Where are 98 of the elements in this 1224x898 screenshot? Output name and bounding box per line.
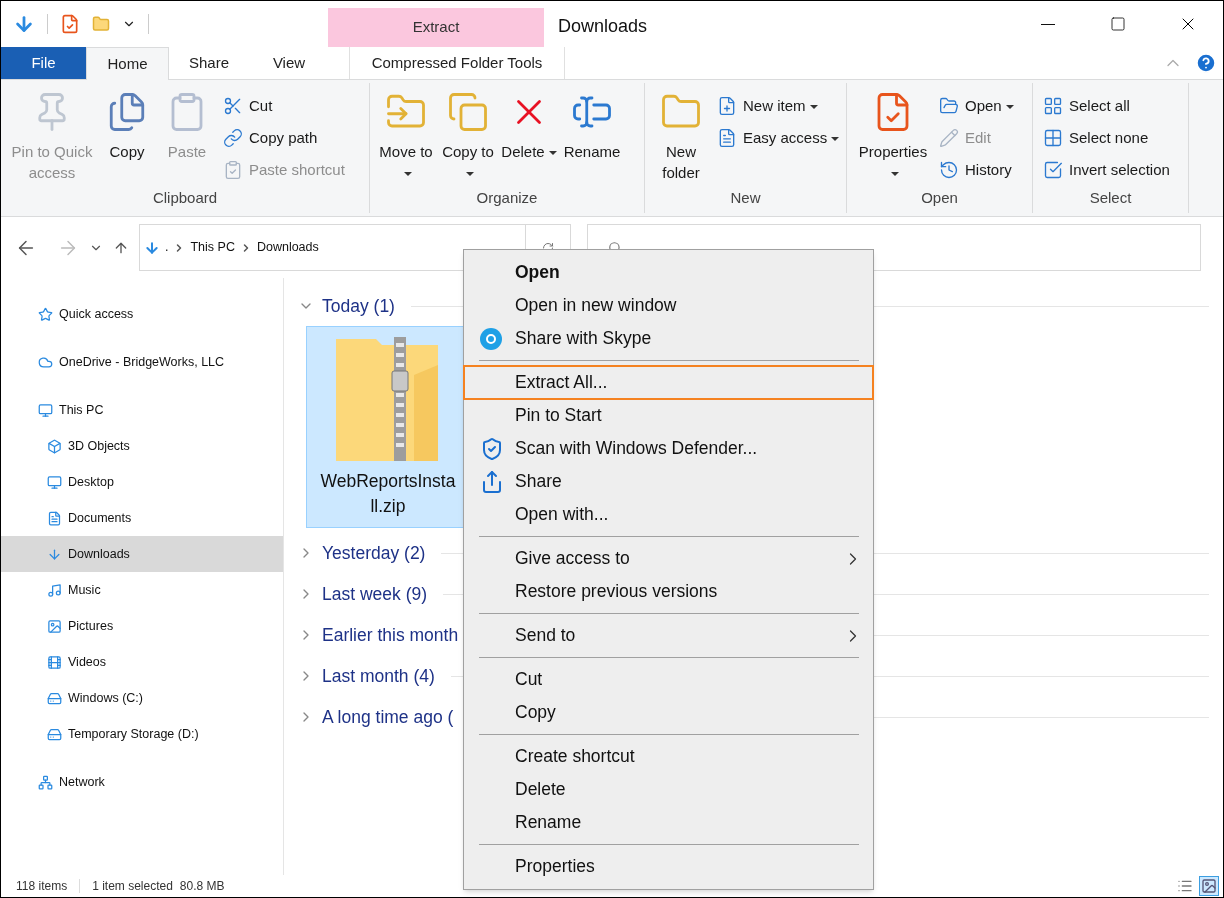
ribbon-large-button[interactable]: Copy — [99, 91, 155, 162]
nav-item[interactable]: Network — [1, 764, 283, 800]
monitor-icon — [38, 402, 53, 418]
dropdown-caret-icon — [548, 151, 557, 156]
checkbox-icon — [1043, 160, 1063, 180]
menu-item[interactable]: Rename — [464, 806, 873, 839]
properties-icon[interactable] — [60, 14, 80, 34]
star-icon — [38, 306, 53, 322]
menu-item[interactable]: Give access to — [464, 542, 873, 575]
skype-icon — [480, 327, 502, 350]
contextual-tab-header: Extract — [328, 8, 544, 47]
nav-item[interactable]: This PC — [1, 392, 283, 428]
ribbon-large-button[interactable]: Copy to — [438, 91, 498, 183]
nav-item[interactable]: Videos — [1, 644, 283, 680]
ribbon-group-label: New — [729, 188, 762, 208]
shield-icon — [480, 436, 504, 461]
pencil-icon — [939, 128, 959, 148]
selection-size: 80.8 MB — [179, 878, 225, 895]
ribbon-group-label: Select — [1088, 188, 1133, 208]
nav-item[interactable]: Desktop — [1, 464, 283, 500]
image-icon — [47, 618, 62, 634]
menu-item[interactable]: Open in new window — [464, 289, 873, 322]
large-icons-view-button[interactable] — [1199, 876, 1219, 896]
music-icon — [47, 582, 62, 598]
ribbon-large-button[interactable]: Delete — [500, 91, 558, 162]
nav-item[interactable]: Windows (C:) — [1, 680, 283, 716]
ribbon-group-label: Organize — [475, 188, 539, 208]
menu-item[interactable]: Restore previous versions — [464, 575, 873, 608]
cloud-icon — [38, 354, 53, 370]
ribbon-tab[interactable]: Compressed Folder Tools — [349, 47, 565, 79]
ribbon-small-button[interactable]: Easy access — [717, 125, 840, 151]
dropdown-caret-icon — [1005, 104, 1014, 109]
ribbon-tab[interactable]: Home — [86, 47, 169, 80]
menu-item[interactable]: Create shortcut — [464, 740, 873, 773]
drive-icon — [47, 690, 62, 706]
ribbon-tab[interactable]: Share — [169, 47, 249, 79]
breadcrumb[interactable]: . — [165, 238, 169, 257]
nav-item[interactable]: Quick access — [1, 296, 283, 332]
ribbon-large-button[interactable]: Rename — [560, 91, 624, 162]
breadcrumb[interactable]: This PC — [190, 238, 235, 257]
menu-item[interactable]: Delete — [464, 773, 873, 806]
ribbon-small-button[interactable]: History — [939, 157, 1014, 183]
ribbon-large-button[interactable]: Move to — [376, 91, 436, 183]
ribbon-tab[interactable]: File — [1, 47, 86, 79]
ribbon-large-button[interactable]: Properties — [853, 91, 933, 183]
ribbon-small-button[interactable]: Open — [939, 93, 1014, 119]
download-icon — [47, 546, 62, 562]
menu-item[interactable]: Properties — [464, 850, 873, 883]
ribbon-tab[interactable]: View — [249, 47, 329, 79]
ribbon-small-button[interactable]: Cut — [223, 93, 345, 119]
ribbon-small-button[interactable]: Select all — [1043, 93, 1170, 119]
document-icon — [717, 128, 737, 148]
nav-item[interactable]: 3D Objects — [1, 428, 283, 464]
nav-item[interactable]: Temporary Storage (D:) — [1, 716, 283, 752]
share-icon — [480, 469, 504, 494]
new-file-icon — [717, 96, 737, 116]
dropdown-caret-icon — [466, 172, 474, 177]
folder-icon — [939, 96, 959, 116]
dropdown-caret-icon — [404, 172, 412, 177]
menu-item[interactable]: Copy — [464, 696, 873, 729]
item-count: 118 items — [16, 878, 68, 895]
scissors-icon — [223, 96, 243, 116]
cube-icon — [47, 438, 62, 454]
film-icon — [47, 654, 62, 670]
window-title: Downloads — [558, 15, 648, 38]
ribbon-group-label: Open — [920, 188, 959, 208]
dropdown-caret-icon — [831, 136, 840, 141]
grid-icon — [1043, 128, 1063, 148]
nav-item[interactable]: Downloads — [1, 536, 283, 572]
copy-icon — [447, 91, 489, 133]
dropdown-caret-icon — [891, 172, 899, 177]
grid-icon — [1043, 96, 1063, 116]
download-icon — [144, 239, 160, 256]
maximize-icon — [1110, 16, 1126, 32]
ribbon-small-button[interactable]: Select none — [1043, 125, 1170, 151]
drive-icon — [47, 726, 62, 742]
history-icon — [939, 160, 959, 180]
monitor-icon — [47, 474, 62, 490]
nav-item[interactable]: Pictures — [1, 608, 283, 644]
breadcrumb[interactable]: Downloads — [256, 238, 319, 257]
menu-item[interactable]: Send to — [464, 619, 873, 652]
document-icon — [47, 510, 62, 526]
nav-item[interactable]: Music — [1, 572, 283, 608]
dropdown-caret-icon — [809, 104, 818, 109]
ribbon-small-button[interactable]: Invert selection — [1043, 157, 1170, 183]
ribbon-large-button[interactable]: New folder — [651, 91, 711, 183]
down-arrow-icon[interactable] — [13, 13, 35, 35]
nav-item[interactable]: OneDrive - BridgeWorks, LLC — [1, 344, 283, 380]
help-icon[interactable] — [1195, 52, 1217, 74]
ribbon-group-label: Clipboard — [151, 188, 219, 208]
selection-count: 1 item selected — [92, 878, 173, 895]
nav-item[interactable]: Documents — [1, 500, 283, 536]
ribbon-small-button[interactable]: Copy path — [223, 125, 345, 151]
minimize-icon — [1041, 23, 1055, 25]
folder-icon[interactable] — [92, 14, 110, 34]
network-icon — [38, 774, 53, 790]
menu-item[interactable]: Cut — [464, 663, 873, 696]
ribbon-small-button[interactable]: New item — [717, 93, 840, 119]
